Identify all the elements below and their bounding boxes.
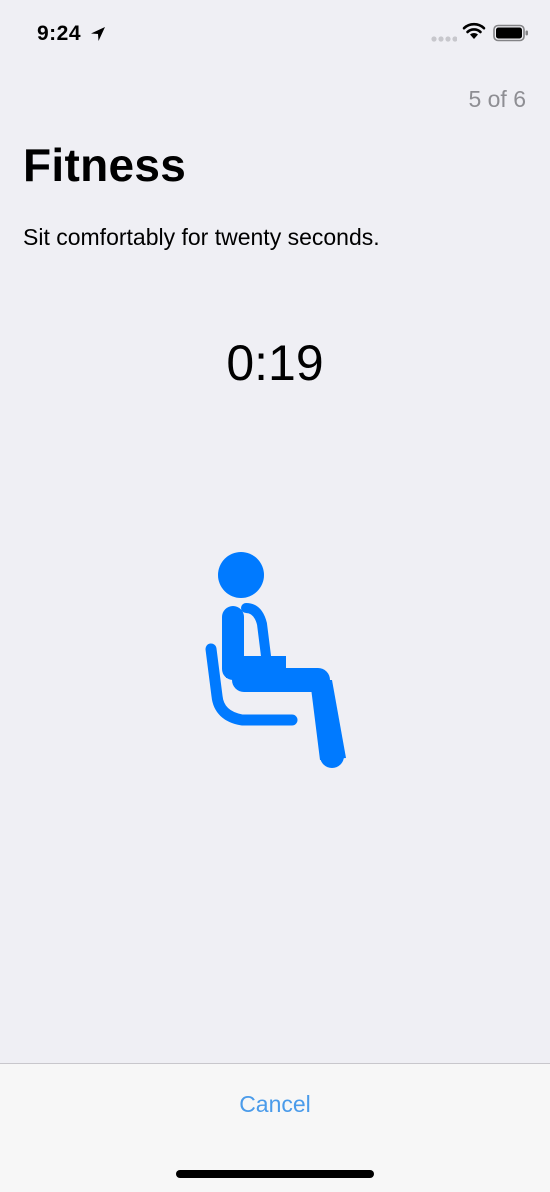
home-indicator[interactable] [176, 1170, 374, 1178]
page-title: Fitness [23, 139, 187, 191]
cancel-button[interactable]: Cancel [0, 1090, 550, 1119]
wifi-icon [462, 22, 486, 39]
status-bar: 9:24 [0, 0, 550, 70]
countdown-timer: 0:19 [226, 335, 324, 391]
instruction-text: Sit comfortably for twenty seconds. [23, 224, 380, 250]
battery-icon [493, 24, 528, 42]
seated-person-icon [205, 552, 346, 768]
step-counter: 5 of 6 [468, 86, 526, 112]
cellular-signal-icon [431, 36, 457, 42]
location-arrow-icon [91, 27, 105, 41]
status-time: 9:24 [37, 22, 82, 45]
